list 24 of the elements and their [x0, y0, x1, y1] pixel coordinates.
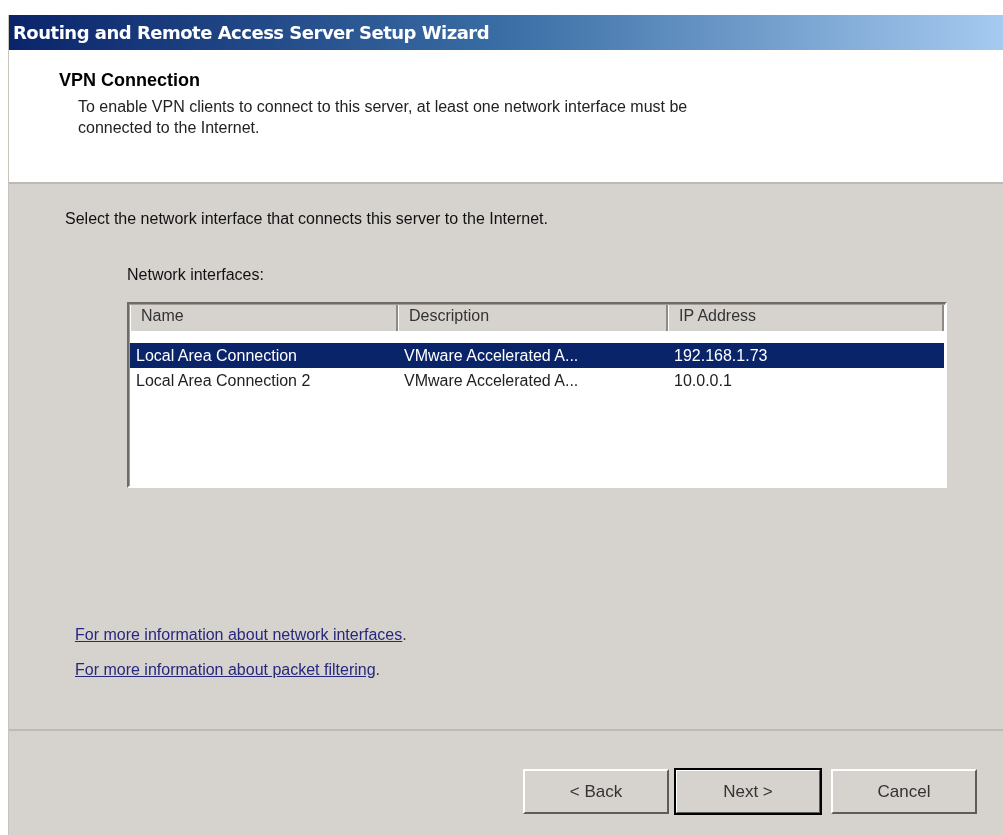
wizard-button[interactable]: < Back [523, 769, 669, 814]
wizard-button[interactable]: Next > [675, 769, 821, 814]
window-title: Routing and Remote Access Server Setup Wizard [13, 22, 490, 43]
table-cell-text: VMware Accelerated A... [403, 371, 580, 390]
instruction-text: Select the network interface that connects this server to the Internet. [65, 210, 549, 229]
list-row[interactable]: Local Area Connection 2 VMware Accelerated A... 10.0.0.1 [130, 368, 944, 393]
list-label: Network interfaces: [127, 266, 265, 284]
table-cell-text: 10.0.0.1 [673, 371, 733, 390]
list-row[interactable]: Local Area Connection VMware Accelerated A... 192.168.1.73 [130, 343, 944, 368]
help-link[interactable]: For more information about packet filtering [75, 661, 376, 678]
page-description: To enable VPN clients to connect to this server, at least one network interface must be connected to the Internet. [78, 97, 689, 138]
page-heading: VPN Connection [59, 70, 201, 91]
wizard-button[interactable]: Cancel [831, 769, 977, 814]
table-cell-text: Local Area Connection [135, 346, 298, 365]
help-link[interactable]: For more information about network interfaces [75, 626, 403, 643]
table-cell-text: Local Area Connection 2 [135, 371, 312, 390]
column-header[interactable]: IP Address [668, 305, 944, 331]
column-header[interactable]: Description [398, 305, 668, 331]
column-header[interactable]: Name [130, 305, 398, 331]
period-text: . [402, 626, 407, 643]
interface-list[interactable]: Name Description IP Address Local Area Connection VMware Accelerated A... 192.168.1.73 Local Area Connection 2 VMware Accelerated A... 10.0.0.1 [127, 302, 947, 488]
table-cell-text: 192.168.1.73 [673, 346, 769, 365]
table-cell-text: VMware Accelerated A... [403, 346, 580, 365]
period-text: . [375, 661, 381, 678]
